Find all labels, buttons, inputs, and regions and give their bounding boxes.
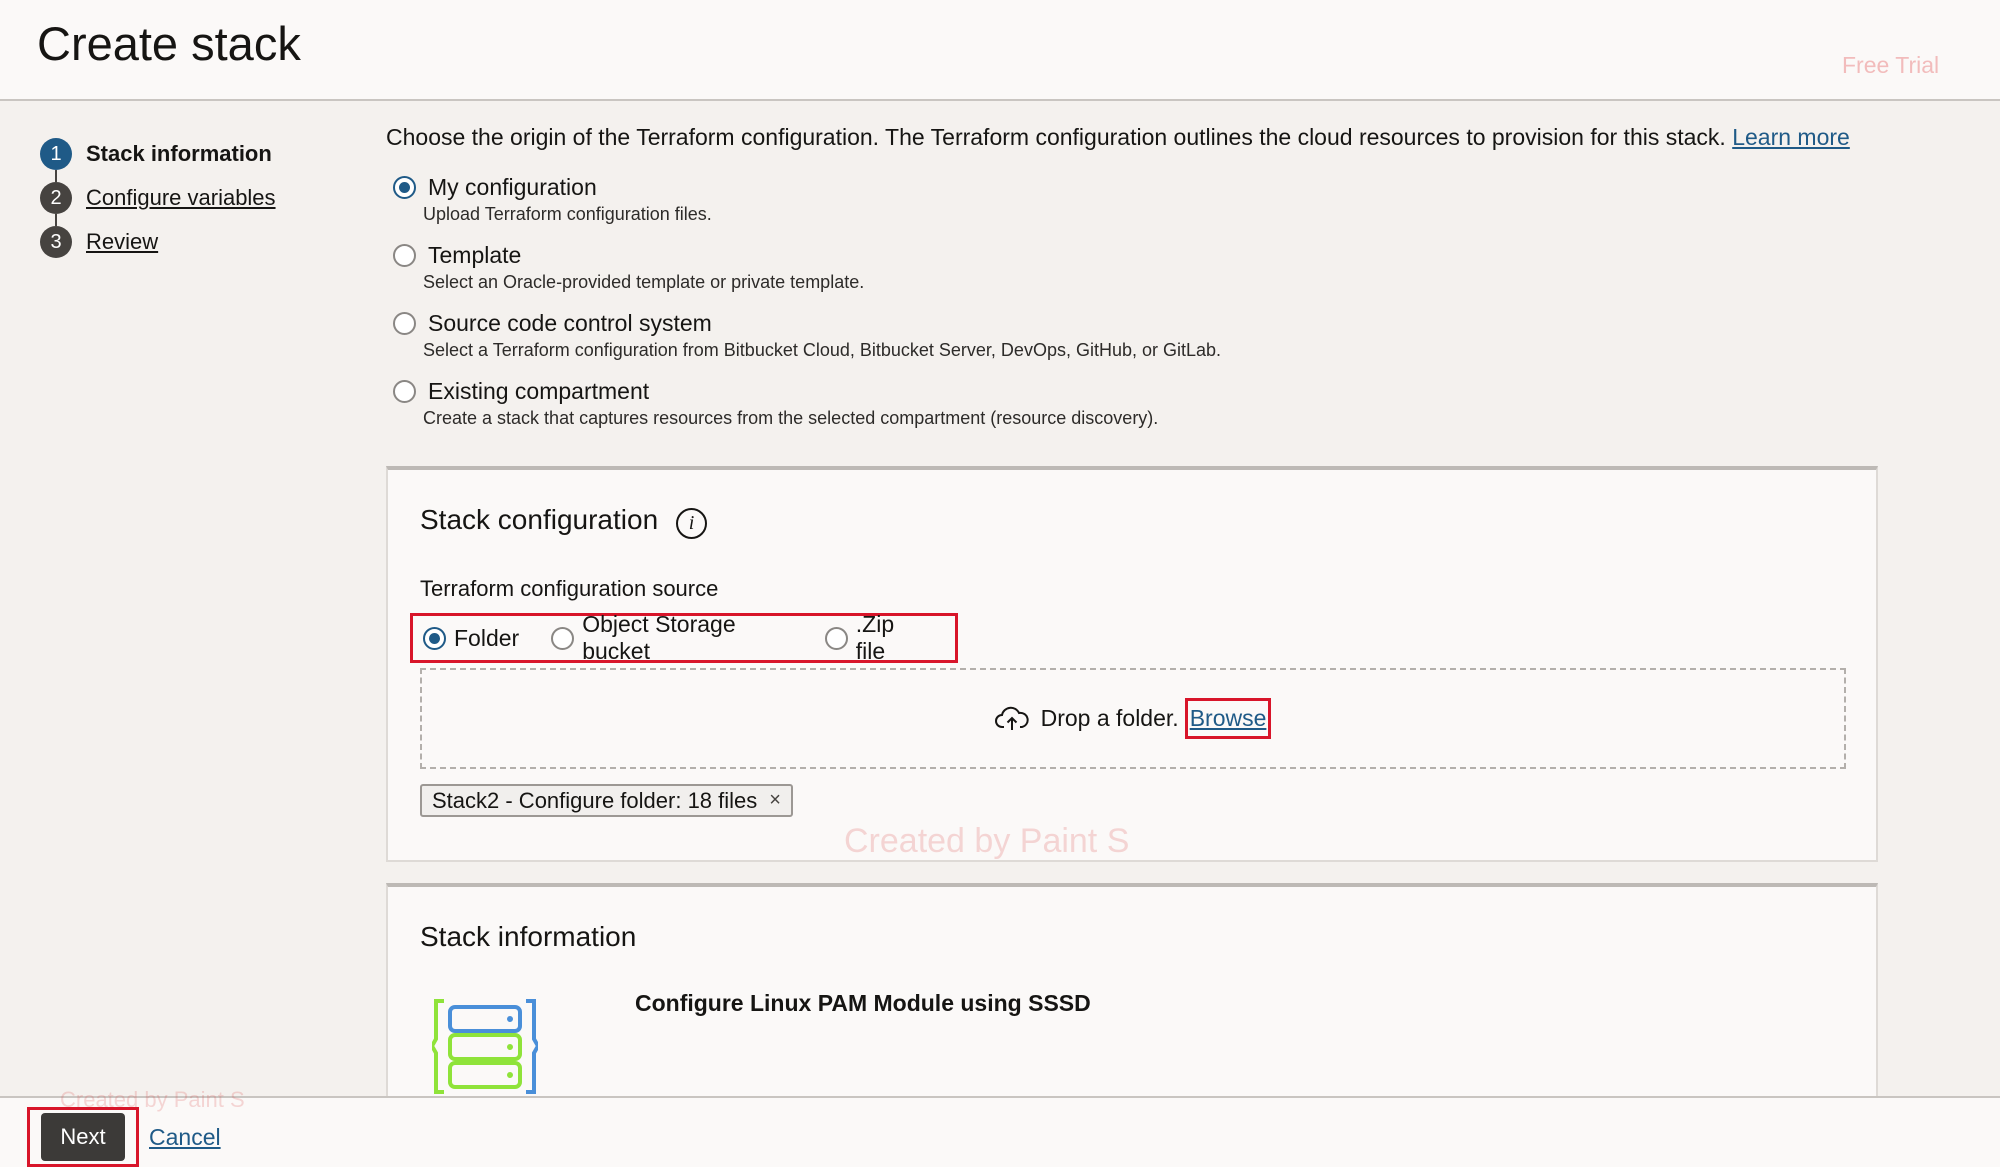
uploaded-folder-chip: Stack2 - Configure folder: 18 files ×: [420, 784, 793, 817]
stack-information-title: Stack information: [420, 921, 637, 952]
page-title: Create stack: [37, 17, 301, 70]
origin-option-template[interactable]: Template Select an Oracle-provided templ…: [393, 238, 1221, 306]
config-source-radio-group: Folder Object Storage bucket .Zip file: [410, 611, 958, 665]
page-header: Create stack Free Trial: [0, 0, 2000, 101]
origin-option-label: Template: [428, 241, 522, 268]
source-option-zip[interactable]: .Zip file: [824, 611, 923, 665]
uploaded-folder-label: Stack2 - Configure folder: 18 files: [432, 787, 758, 813]
close-icon[interactable]: ×: [769, 789, 781, 812]
radio-button[interactable]: [423, 626, 446, 650]
step-number: 3: [40, 226, 72, 258]
origin-radio-group: My configuration Upload Terraform config…: [393, 170, 1221, 442]
radio-button[interactable]: [393, 311, 416, 335]
origin-intro-text: Choose the origin of the Terraform confi…: [386, 124, 1726, 150]
origin-option-description: Select a Terraform configuration from Bi…: [423, 340, 1222, 360]
config-source-label: Terraform configuration source: [420, 576, 719, 601]
next-button[interactable]: Next: [41, 1113, 125, 1161]
cloud-upload-icon: [994, 706, 1029, 730]
stack-name: Configure Linux PAM Module using SSSD: [635, 990, 1091, 1016]
step-label[interactable]: Configure variables: [86, 185, 276, 211]
step-number: 1: [40, 138, 72, 170]
learn-more-link[interactable]: Learn more: [1732, 124, 1850, 150]
browse-link[interactable]: Browse: [1184, 698, 1272, 739]
origin-option-existing-compartment[interactable]: Existing compartment Create a stack that…: [393, 374, 1221, 442]
radio-button[interactable]: [393, 379, 416, 403]
next-button-highlight: Next: [27, 1107, 139, 1167]
step-review[interactable]: 3 Review: [40, 220, 340, 264]
folder-drop-zone[interactable]: Drop a folder. Browse: [420, 668, 1846, 769]
step-label[interactable]: Review: [86, 229, 158, 255]
server-stack-icon: [432, 999, 538, 1094]
stack-configuration-title: Stack configuration: [420, 504, 659, 535]
step-configure-variables[interactable]: 2 Configure variables: [40, 176, 340, 226]
origin-option-label: Source code control system: [428, 309, 712, 336]
source-option-label: Object Storage bucket: [582, 611, 736, 664]
wizard-steps: 1 Stack information 2 Configure variable…: [40, 132, 340, 264]
radio-button[interactable]: [393, 243, 416, 267]
source-option-folder[interactable]: Folder: [423, 625, 519, 652]
origin-option-source-code[interactable]: Source code control system Select a Terr…: [393, 306, 1221, 374]
free-trial-badge[interactable]: Free Trial: [1842, 52, 1939, 79]
info-icon[interactable]: i: [676, 508, 707, 539]
radio-button[interactable]: [551, 626, 575, 650]
source-option-label: Folder: [454, 624, 520, 651]
origin-option-my-configuration[interactable]: My configuration Upload Terraform config…: [393, 170, 1221, 238]
origin-option-label: My configuration: [428, 173, 597, 200]
step-stack-information[interactable]: 1 Stack information: [40, 132, 340, 182]
origin-intro: Choose the origin of the Terraform confi…: [386, 124, 1850, 151]
source-option-label: .Zip file: [855, 611, 895, 664]
origin-option-description: Create a stack that captures resources f…: [423, 408, 1159, 428]
step-label: Stack information: [86, 141, 272, 166]
radio-button[interactable]: [824, 626, 848, 650]
radio-button[interactable]: [393, 175, 416, 199]
stack-configuration-panel: Stack configuration i Terraform configur…: [386, 466, 1878, 862]
wizard-footer: [0, 1096, 2000, 1167]
drop-folder-text: Drop a folder.: [1040, 705, 1179, 731]
source-option-object-storage[interactable]: Object Storage bucket: [551, 611, 793, 665]
watermark-text: Created by Paint S: [844, 822, 1130, 860]
origin-option-description: Select an Oracle-provided template or pr…: [423, 272, 865, 292]
origin-option-description: Upload Terraform configuration files.: [423, 204, 712, 224]
origin-option-label: Existing compartment: [428, 377, 650, 404]
step-number: 2: [40, 182, 72, 214]
cancel-link[interactable]: Cancel: [149, 1124, 221, 1151]
